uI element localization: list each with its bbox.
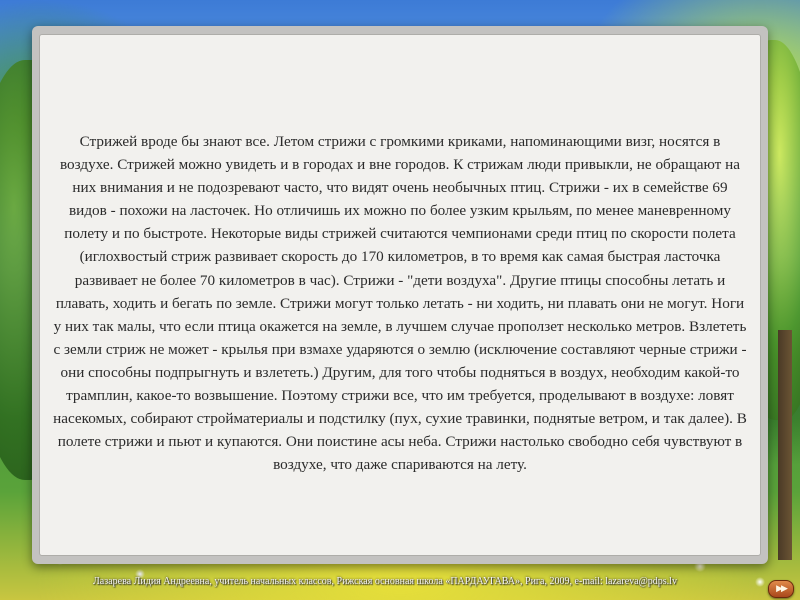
next-slide-button[interactable]: ▶▶ [768, 580, 794, 598]
double-chevron-right-icon: ▶▶ [776, 583, 788, 594]
slide-content-panel: Стрижей вроде бы знают все. Летом стрижи… [39, 34, 761, 556]
slide-frame: Стрижей вроде бы знают все. Летом стрижи… [32, 26, 768, 564]
slide-body-text: Стрижей вроде бы знают все. Летом стрижи… [53, 133, 747, 474]
background-tree-trunk [778, 330, 792, 560]
author-footer: Лазарева Лидия Андреевна, учитель началь… [93, 576, 677, 587]
